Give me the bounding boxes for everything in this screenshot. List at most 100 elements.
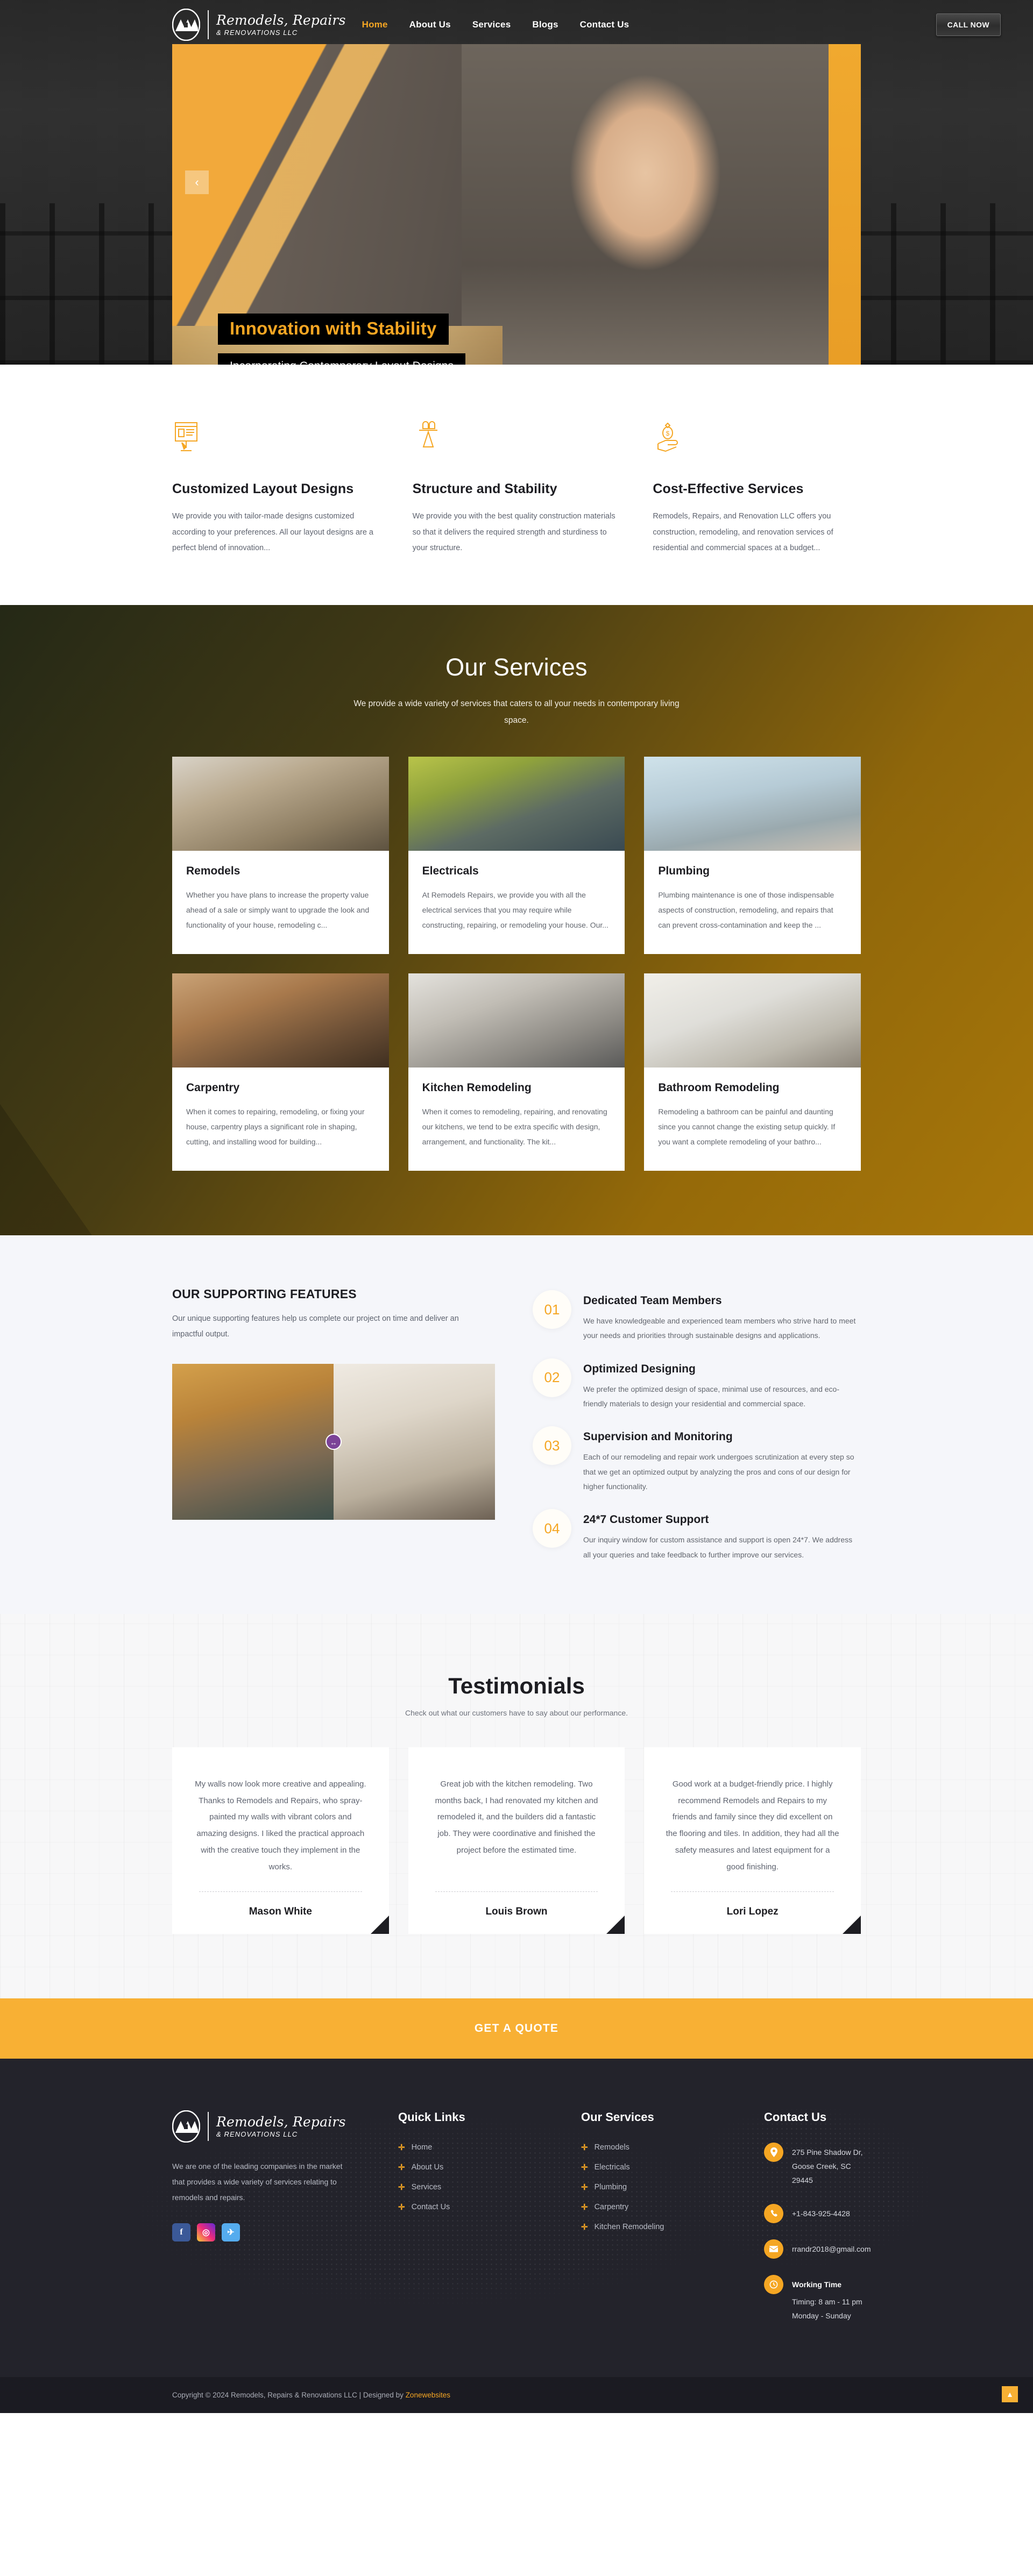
footer-link-label: Home	[411, 2143, 433, 2152]
instagram-icon[interactable]: ◎	[197, 2223, 215, 2242]
supporting-left-column: OUR SUPPORTING FEATURES Our unique suppo…	[172, 1287, 495, 1562]
footer-about-text: We are one of the leading companies in t…	[172, 2162, 343, 2202]
testimonials-section: Testimonials Check out what our customer…	[0, 1613, 1033, 1999]
footer-link-label: Contact Us	[411, 2203, 450, 2212]
twitter-icon[interactable]: ✈	[222, 2223, 240, 2242]
main-nav: Home About Us Services Blogs Contact Us	[362, 19, 629, 30]
testimonials-grid: My walls now look more creative and appe…	[172, 1747, 861, 1934]
footer-service-kitchen-remodeling[interactable]: ✛ Kitchen Remodeling	[581, 2222, 742, 2232]
plus-icon: ✛	[581, 2203, 588, 2212]
service-image	[644, 973, 861, 1068]
service-image	[408, 757, 625, 851]
site-logo[interactable]: Remodels, Repairs & RENOVATIONS LLC	[172, 9, 346, 41]
service-card-electricals[interactable]: Electricals At Remodels Repairs, we prov…	[408, 757, 625, 955]
service-image	[172, 757, 389, 851]
contact-phone-row[interactable]: +1-843-925-4428	[764, 2204, 871, 2223]
social-links: f ◎ ✈	[172, 2223, 377, 2242]
testimonials-header: Testimonials Check out what our customer…	[172, 1673, 861, 1717]
services-section: Our Services We provide a wide variety o…	[0, 605, 1033, 1236]
footer-service-label: Carpentry	[594, 2203, 629, 2212]
service-card-carpentry[interactable]: Carpentry When it comes to repairing, re…	[172, 973, 389, 1171]
designer-link[interactable]: Zonewebsites	[406, 2391, 450, 2399]
scroll-to-top-icon[interactable]: ▲	[1002, 2386, 1018, 2402]
testimonial-author: Louis Brown	[485, 1906, 548, 1918]
service-card-kitchen-remodeling[interactable]: Kitchen Remodeling When it comes to remo…	[408, 973, 625, 1171]
services-grid: Remodels Whether you have plans to incre…	[172, 757, 861, 1171]
testimonial-quote: Great job with the kitchen remodeling. T…	[435, 1779, 598, 1855]
service-card-bathroom-remodeling[interactable]: Bathroom Remodeling Remodeling a bathroo…	[644, 973, 861, 1171]
testimonial-card: Good work at a budget-friendly price. I …	[644, 1747, 861, 1934]
logo-divider	[208, 10, 209, 39]
logo-monogram-icon	[172, 2110, 200, 2143]
step-item-04: 04 24*7 Customer Support Our inquiry win…	[533, 1509, 861, 1562]
footer-link-home[interactable]: ✛ Home	[398, 2143, 560, 2152]
contact-phone: +1-843-925-4428	[792, 2209, 850, 2218]
features-section: Customized Layout Designs We provide you…	[0, 365, 1033, 606]
testimonial-corner-accent	[842, 1916, 861, 1934]
quick-links-heading: Quick Links	[398, 2110, 465, 2124]
hero-title: Innovation with Stability	[218, 314, 449, 345]
service-text: At Remodels Repairs, we provide you with…	[422, 891, 609, 930]
facebook-icon[interactable]: f	[172, 2223, 190, 2242]
supporting-features-lead: Our unique supporting features help us c…	[172, 1314, 459, 1339]
contact-email-row[interactable]: rrandr2018@gmail.com	[764, 2239, 871, 2259]
step-text: Each of our remodeling and repair work u…	[583, 1453, 854, 1491]
nav-item-services[interactable]: Services	[472, 19, 511, 30]
footer-service-electricals[interactable]: ✛ Electricals	[581, 2162, 742, 2172]
feature-desc: Remodels, Repairs, and Renovation LLC of…	[653, 512, 833, 553]
call-now-button[interactable]: CALL NOW	[936, 13, 1001, 36]
phone-icon	[764, 2204, 783, 2223]
service-text: Plumbing maintenance is one of those ind…	[658, 891, 834, 930]
footer-service-carpentry[interactable]: ✛ Carpentry	[581, 2202, 742, 2212]
cost-effective-icon: $	[653, 421, 861, 459]
service-name: Electricals	[422, 865, 479, 878]
step-title: 24*7 Customer Support	[583, 1513, 709, 1526]
services-subtitle: We provide a wide variety of services th…	[353, 699, 680, 725]
footer-link-contact-us[interactable]: ✛ Contact Us	[398, 2202, 560, 2212]
hero-prev-arrow-icon[interactable]: ‹	[185, 170, 209, 194]
service-name: Kitchen Remodeling	[422, 1081, 532, 1094]
service-card-remodels[interactable]: Remodels Whether you have plans to incre…	[172, 757, 389, 955]
nav-item-blogs[interactable]: Blogs	[532, 19, 558, 30]
footer-logo-text: Remodels, Repairs & RENOVATIONS LLC	[216, 2115, 346, 2138]
nav-item-contact-us[interactable]: Contact Us	[580, 19, 629, 30]
step-text: Our inquiry window for custom assistance…	[583, 1535, 853, 1559]
nav-item-about-us[interactable]: About Us	[409, 19, 451, 30]
testimonials-title: Testimonials	[448, 1673, 585, 1698]
feature-desc: We provide you with tailor-made designs …	[172, 512, 373, 553]
before-after-slider[interactable]: ↔	[172, 1364, 495, 1520]
footer-service-remodels[interactable]: ✛ Remodels	[581, 2143, 742, 2152]
working-time-days: Monday - Sunday	[792, 2311, 851, 2320]
step-title: Optimized Designing	[583, 1362, 696, 1375]
feature-title: Cost-Effective Services	[653, 481, 804, 496]
contact-address-row: 275 Pine Shadow Dr, Goose Creek, SC 2944…	[764, 2143, 871, 2188]
footer-link-about-us[interactable]: ✛ About Us	[398, 2162, 560, 2172]
testimonials-subtitle: Check out what our customers have to say…	[405, 1708, 628, 1717]
service-image	[644, 757, 861, 851]
hero-caption: Innovation with Stability Incorporating …	[218, 314, 466, 365]
slider-handle-icon[interactable]: ↔	[326, 1434, 342, 1450]
svg-text:$: $	[666, 430, 670, 437]
footer-link-label: About Us	[411, 2163, 444, 2172]
working-time-title: Working Time	[792, 2280, 842, 2289]
feature-title: Structure and Stability	[412, 481, 557, 496]
footer-service-plumbing[interactable]: ✛ Plumbing	[581, 2182, 742, 2192]
footer-service-label: Electricals	[594, 2163, 630, 2172]
plus-icon: ✛	[398, 2203, 405, 2212]
plus-icon: ✛	[581, 2223, 588, 2232]
contact-heading: Contact Us	[764, 2110, 827, 2124]
plus-icon: ✛	[398, 2163, 405, 2173]
logo-title: Remodels, Repairs	[216, 12, 346, 28]
supporting-features-heading: OUR SUPPORTING FEATURES	[172, 1287, 357, 1301]
feature-title: Customized Layout Designs	[172, 481, 354, 496]
footer-logo[interactable]: Remodels, Repairs & RENOVATIONS LLC	[172, 2110, 377, 2143]
get-a-quote-banner[interactable]: GET A QUOTE	[0, 1998, 1033, 2059]
nav-item-home[interactable]: Home	[362, 19, 388, 30]
step-number: 02	[533, 1358, 571, 1397]
footer-about-column: Remodels, Repairs & RENOVATIONS LLC We a…	[172, 2110, 377, 2339]
plus-icon: ✛	[398, 2183, 405, 2193]
service-card-plumbing[interactable]: Plumbing Plumbing maintenance is one of …	[644, 757, 861, 955]
footer-service-label: Remodels	[594, 2143, 629, 2152]
footer-link-services[interactable]: ✛ Services	[398, 2182, 560, 2192]
footer-services-heading: Our Services	[581, 2110, 654, 2124]
